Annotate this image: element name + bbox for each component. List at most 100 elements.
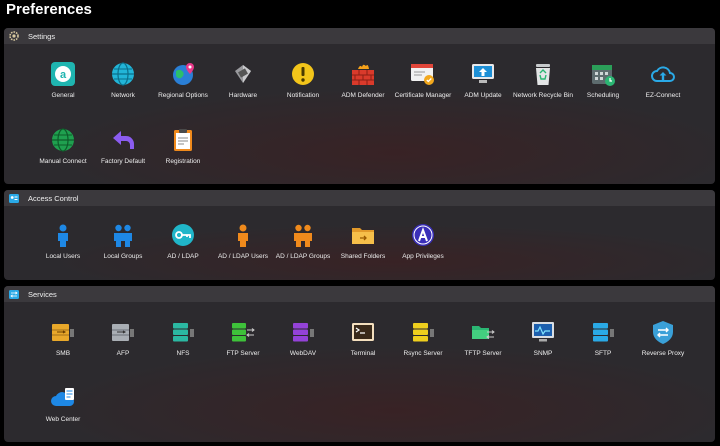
scheduling-label: Scheduling — [586, 92, 620, 99]
services-title: Services — [28, 289, 57, 299]
reverse-proxy-label: Reverse Proxy — [641, 350, 685, 357]
network-recycle-bin-item[interactable]: Network Recycle Bin — [512, 61, 574, 111]
hardware-icon — [235, 65, 251, 83]
app-privileges-icon — [412, 224, 434, 246]
folder-icon — [352, 228, 374, 244]
adm-update-label: ADM Update — [464, 92, 502, 99]
calendar-icon — [592, 65, 615, 86]
group-orange-icon — [294, 224, 312, 247]
ad-ldap-users-item[interactable]: AD / LDAP Users — [212, 222, 274, 272]
ad-ldap-item[interactable]: AD / LDAP — [152, 222, 214, 272]
access-control-header: Access Control — [4, 190, 715, 206]
ftp-icon — [232, 323, 255, 342]
ad-ldap-label: AD / LDAP — [167, 253, 199, 260]
factory-default-item[interactable]: Factory Default — [92, 127, 154, 177]
settings-panel: Settings a General Network Regional Opti… — [4, 28, 715, 184]
globe-network-icon — [112, 62, 134, 86]
ez-connect-item[interactable]: EZ-Connect — [632, 61, 694, 111]
reverse-proxy-icon — [653, 321, 673, 344]
id-card-icon — [8, 193, 19, 204]
hardware-label: Hardware — [228, 92, 258, 99]
settings-title: Settings — [28, 31, 56, 41]
undo-arrow-icon — [113, 131, 134, 149]
page-title: Preferences — [6, 1, 92, 18]
ad-ldap-groups-label: AD / LDAP Groups — [275, 253, 331, 260]
terminal-item[interactable]: Terminal — [332, 319, 394, 369]
nfs-icon — [173, 323, 194, 342]
certificate-manager-item[interactable]: Certificate Manager — [392, 61, 454, 111]
network-item[interactable]: Network — [92, 61, 154, 111]
clipboard-icon — [174, 129, 192, 151]
nfs-item[interactable]: NFS — [152, 319, 214, 369]
services-icon — [8, 289, 19, 300]
user-blue-icon — [58, 224, 68, 247]
afp-item[interactable]: AFP — [92, 319, 154, 369]
app-privileges-item[interactable]: App Privileges — [392, 222, 454, 272]
ftp-server-label: FTP Server — [226, 350, 260, 357]
snmp-item[interactable]: SNMP — [512, 319, 574, 369]
terminal-label: Terminal — [350, 350, 376, 357]
exclamation-icon — [292, 63, 314, 85]
firewall-icon — [352, 64, 374, 85]
ftp-server-item[interactable]: FTP Server — [212, 319, 274, 369]
afp-icon — [112, 324, 134, 341]
webdav-icon — [293, 323, 314, 342]
certificate-icon — [411, 64, 434, 85]
sftp-icon — [593, 323, 614, 342]
network-label: Network — [111, 92, 135, 99]
rsync-server-label: Rsync Server — [403, 350, 443, 357]
shared-folders-item[interactable]: Shared Folders — [332, 222, 394, 272]
manual-connect-item[interactable]: Manual Connect — [32, 127, 94, 177]
access-control-title: Access Control — [28, 193, 79, 203]
app-privileges-label: App Privileges — [402, 253, 444, 260]
scheduling-item[interactable]: Scheduling — [572, 61, 634, 111]
local-groups-item[interactable]: Local Groups — [92, 222, 154, 272]
factory-default-label: Factory Default — [100, 158, 146, 165]
recycle-bin-icon — [536, 64, 550, 85]
tftp-server-item[interactable]: TFTP Server — [452, 319, 514, 369]
hardware-item[interactable]: Hardware — [212, 61, 274, 111]
services-panel: Services SMB AFP NFS FTP Server WebDAV T… — [4, 286, 715, 442]
gear-icon — [8, 31, 19, 42]
group-blue-icon — [114, 224, 132, 247]
snmp-label: SNMP — [533, 350, 553, 357]
network-recycle-bin-label: Network Recycle Bin — [513, 92, 573, 99]
web-center-item[interactable]: Web Center — [32, 385, 94, 435]
reverse-proxy-item[interactable]: Reverse Proxy — [632, 319, 694, 369]
rsync-icon — [413, 323, 434, 342]
terminal-icon — [352, 323, 374, 341]
shared-folders-label: Shared Folders — [340, 253, 386, 260]
adm-update-item[interactable]: ADM Update — [452, 61, 514, 111]
registration-item[interactable]: Registration — [152, 127, 214, 177]
settings-header: Settings — [4, 28, 715, 44]
smb-label: SMB — [55, 350, 71, 357]
afp-label: AFP — [116, 350, 130, 357]
certificate-manager-label: Certificate Manager — [394, 92, 452, 99]
general-icon: a — [51, 62, 75, 86]
smb-icon — [52, 324, 74, 341]
cloud-upload-icon — [651, 66, 675, 82]
local-users-item[interactable]: Local Users — [32, 222, 94, 272]
ad-ldap-users-label: AD / LDAP Users — [217, 253, 269, 260]
svg-text:a: a — [60, 69, 67, 81]
local-users-label: Local Users — [45, 253, 81, 260]
globe-green-icon — [52, 128, 74, 152]
regional-options-item[interactable]: Regional Options — [152, 61, 214, 111]
manual-connect-label: Manual Connect — [39, 158, 87, 165]
adm-defender-item[interactable]: ADM Defender — [332, 61, 394, 111]
smb-item[interactable]: SMB — [32, 319, 94, 369]
access-control-panel: Access Control Local Users Local Groups … — [4, 190, 715, 280]
general-item[interactable]: a General — [32, 61, 94, 111]
globe-pin-icon — [173, 63, 194, 85]
webdav-item[interactable]: WebDAV — [272, 319, 334, 369]
rsync-server-item[interactable]: Rsync Server — [392, 319, 454, 369]
general-label: General — [51, 92, 75, 99]
webdav-label: WebDAV — [289, 350, 317, 357]
ad-ldap-groups-item[interactable]: AD / LDAP Groups — [272, 222, 334, 272]
registration-label: Registration — [165, 158, 201, 165]
update-icon — [472, 64, 494, 83]
sftp-item[interactable]: SFTP — [572, 319, 634, 369]
notification-item[interactable]: Notification — [272, 61, 334, 111]
snmp-icon — [532, 322, 554, 342]
adm-defender-label: ADM Defender — [341, 92, 385, 99]
